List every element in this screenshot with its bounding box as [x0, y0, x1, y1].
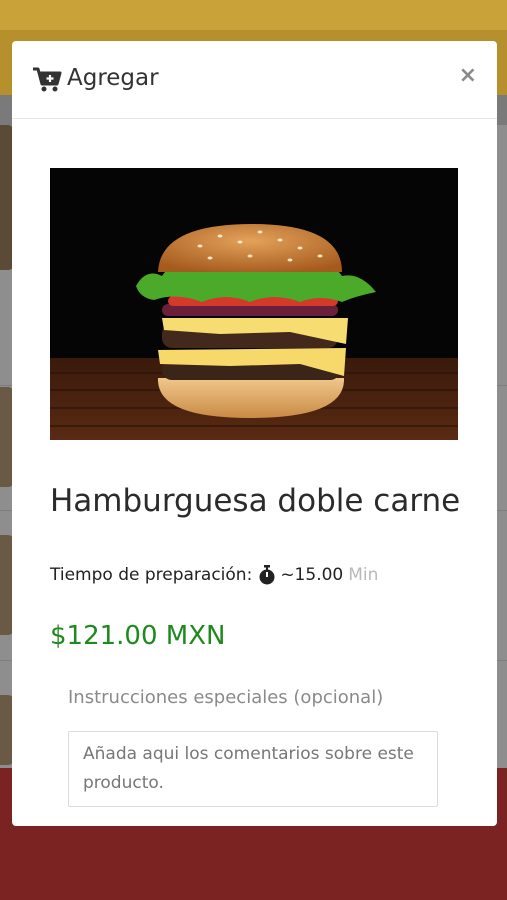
- instructions-textarea[interactable]: [68, 731, 438, 807]
- prep-time-unit: Min: [348, 565, 379, 585]
- prep-time-value: ~15.00: [280, 565, 344, 585]
- product-name: Hamburguesa doble carne: [50, 482, 461, 519]
- cart-plus-icon: [33, 67, 62, 92]
- add-product-modal: Agregar × Hamburguesa doble carne Tiempo…: [12, 41, 497, 826]
- prep-time-label: Tiempo de preparación:: [50, 565, 253, 585]
- preparation-time: Tiempo de preparación: ~15.00 Min: [50, 565, 378, 585]
- modal-title: Agregar: [67, 65, 159, 91]
- instructions-label: Instrucciones especiales (opcional): [68, 687, 384, 708]
- close-icon[interactable]: ×: [459, 65, 477, 87]
- product-image: [50, 168, 458, 440]
- modal-header: Agregar ×: [12, 41, 497, 119]
- stopwatch-icon: [259, 565, 275, 585]
- product-price: $121.00 MXN: [50, 621, 226, 651]
